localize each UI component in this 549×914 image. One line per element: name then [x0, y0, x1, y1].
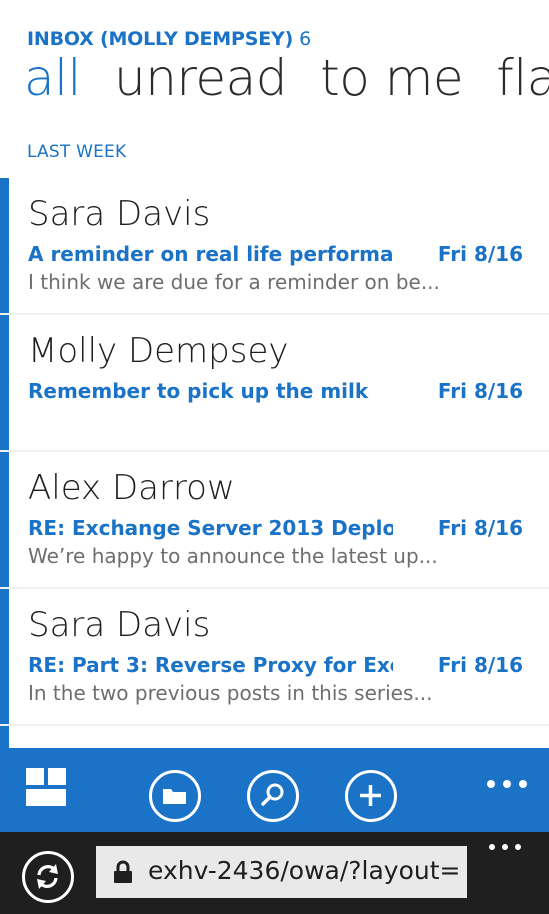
browser-bar: exhv-2436/owa/?layout=	[0, 832, 549, 914]
app-bar	[0, 748, 549, 832]
pivot-tabs: all unread to me flagged	[24, 50, 549, 110]
folder-button[interactable]	[147, 768, 203, 824]
address-bar[interactable]: exhv-2436/owa/?layout=	[96, 846, 467, 898]
message-item-partial[interactable]	[0, 726, 549, 748]
message-item[interactable]: Sara Davis A reminder on real life perfo…	[0, 178, 549, 313]
message-subject: A reminder on real life performance	[28, 242, 393, 266]
new-message-button[interactable]	[343, 768, 399, 824]
refresh-button[interactable]	[22, 851, 74, 903]
message-sender: Sara Davis	[28, 605, 211, 645]
message-preview: I think we are due for a reminder on be.…	[28, 270, 440, 294]
url-text: exhv-2436/owa/?layout=	[148, 856, 461, 885]
browser-more-icon[interactable]	[489, 844, 521, 850]
message-sender: Sara Davis	[28, 194, 211, 234]
search-button[interactable]	[245, 768, 301, 824]
message-subject: Remember to pick up the milk	[28, 379, 369, 403]
message-sender: Alex Darrow	[28, 468, 235, 508]
lock-icon	[114, 860, 132, 883]
message-list[interactable]: Sara Davis A reminder on real life perfo…	[0, 178, 549, 748]
more-icon[interactable]	[487, 780, 527, 788]
message-date: Fri 8/16	[437, 242, 523, 266]
pivot-flagged[interactable]: flagged	[496, 50, 549, 106]
refresh-icon	[37, 864, 58, 889]
tiles-icon[interactable]	[26, 768, 82, 824]
pivot-to-me[interactable]: to me	[320, 50, 464, 106]
pivot-all[interactable]: all	[24, 50, 81, 106]
message-item[interactable]: Sara Davis RE: Part 3: Reverse Proxy for…	[0, 589, 549, 724]
message-date: Fri 8/16	[437, 516, 523, 540]
message-sender: Molly Dempsey	[28, 331, 289, 371]
inbox-title-label: INBOX (MOLLY DEMPSEY)	[27, 28, 294, 50]
plus-icon	[360, 785, 381, 806]
message-item[interactable]: Alex Darrow RE: Exchange Server 2013 Dep…	[0, 452, 549, 587]
mail-header: INBOX (MOLLY DEMPSEY) 6 all unread to me …	[0, 0, 549, 178]
folder-icon	[163, 789, 186, 804]
message-date: Fri 8/16	[437, 379, 523, 403]
message-subject: RE: Exchange Server 2013 Deploy	[28, 516, 393, 540]
message-preview: In the two previous posts in this series…	[28, 681, 433, 705]
date-group-label: LAST WEEK	[27, 142, 127, 162]
message-item[interactable]: Molly Dempsey Remember to pick up the mi…	[0, 315, 549, 450]
inbox-title[interactable]: INBOX (MOLLY DEMPSEY) 6	[27, 28, 311, 50]
message-subject: RE: Part 3: Reverse Proxy for Exchange	[28, 653, 393, 677]
unread-count: 6	[299, 28, 311, 50]
pivot-unread[interactable]: unread	[114, 50, 287, 106]
message-date: Fri 8/16	[437, 653, 523, 677]
message-preview: We’re happy to announce the latest up...	[28, 544, 438, 568]
search-icon	[261, 783, 284, 806]
